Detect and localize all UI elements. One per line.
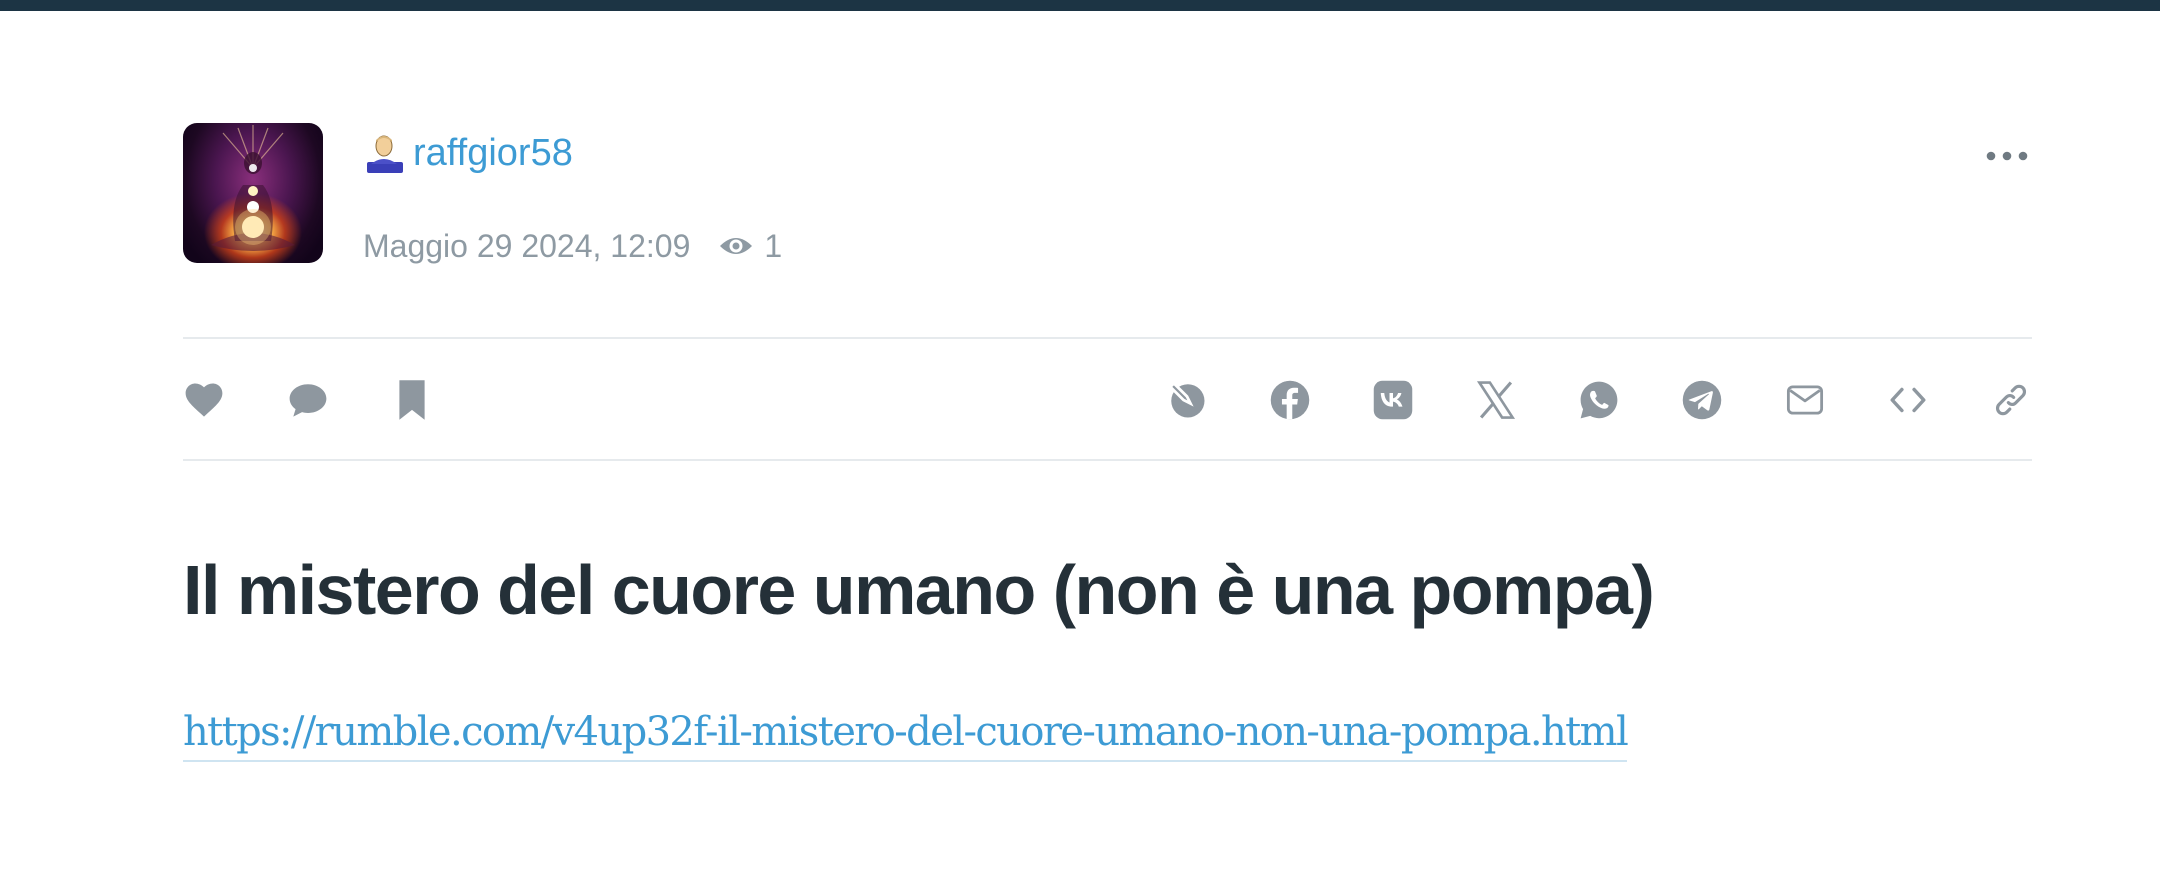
vk-icon: [1373, 380, 1413, 420]
heart-icon: [185, 383, 223, 417]
copy-link-button[interactable]: [1990, 374, 2032, 426]
email-icon: [1786, 385, 1824, 415]
bookmark-button[interactable]: [391, 374, 433, 426]
embed-button[interactable]: [1887, 374, 1929, 426]
share-telegram-button[interactable]: [1681, 374, 1723, 426]
copy-link-icon: [1995, 384, 2027, 416]
bookmark-icon: [399, 380, 425, 420]
divider-bottom: [183, 459, 2032, 461]
views-value: 1: [764, 228, 783, 264]
author-username[interactable]: raffgior58: [413, 130, 573, 176]
post-link[interactable]: https://rumble.com/v4up32f-il-mistero-de…: [183, 704, 1629, 762]
share-vk-button[interactable]: [1372, 374, 1414, 426]
share-buttons: [1166, 374, 2032, 426]
author-avatar[interactable]: [183, 123, 323, 263]
share-facebook-button[interactable]: [1269, 374, 1311, 426]
livejournal-icon: [1168, 381, 1205, 418]
share-x-button[interactable]: [1475, 374, 1517, 426]
more-options-icon[interactable]: [1982, 144, 2032, 168]
views-count: 1: [718, 226, 782, 266]
post-title: Il mistero del cuore umano (non è una po…: [183, 551, 1655, 629]
post-date: Maggio 29 2024, 12:09: [363, 228, 691, 264]
facebook-icon: [1270, 380, 1310, 420]
comment-icon: [289, 384, 327, 417]
user-badge-icon: [367, 135, 403, 173]
avatar-image: [211, 125, 295, 251]
x-icon: [1476, 381, 1516, 419]
post-actions: [183, 374, 433, 426]
comment-button[interactable]: [287, 374, 329, 426]
telegram-icon: [1682, 380, 1722, 420]
eye-icon: [720, 238, 753, 254]
embed-icon: [1890, 387, 1926, 413]
post-container: raffgior58 Maggio 29 2024, 12:09 1 Il mi…: [183, 0, 2032, 877]
divider-top: [183, 337, 2032, 339]
post-meta: Maggio 29 2024, 12:09 1: [363, 226, 782, 266]
like-button[interactable]: [183, 374, 225, 426]
share-whatsapp-button[interactable]: [1578, 374, 1620, 426]
whatsapp-icon: [1580, 381, 1618, 419]
share-livejournal-button[interactable]: [1166, 374, 1208, 426]
share-email-button[interactable]: [1784, 374, 1826, 426]
